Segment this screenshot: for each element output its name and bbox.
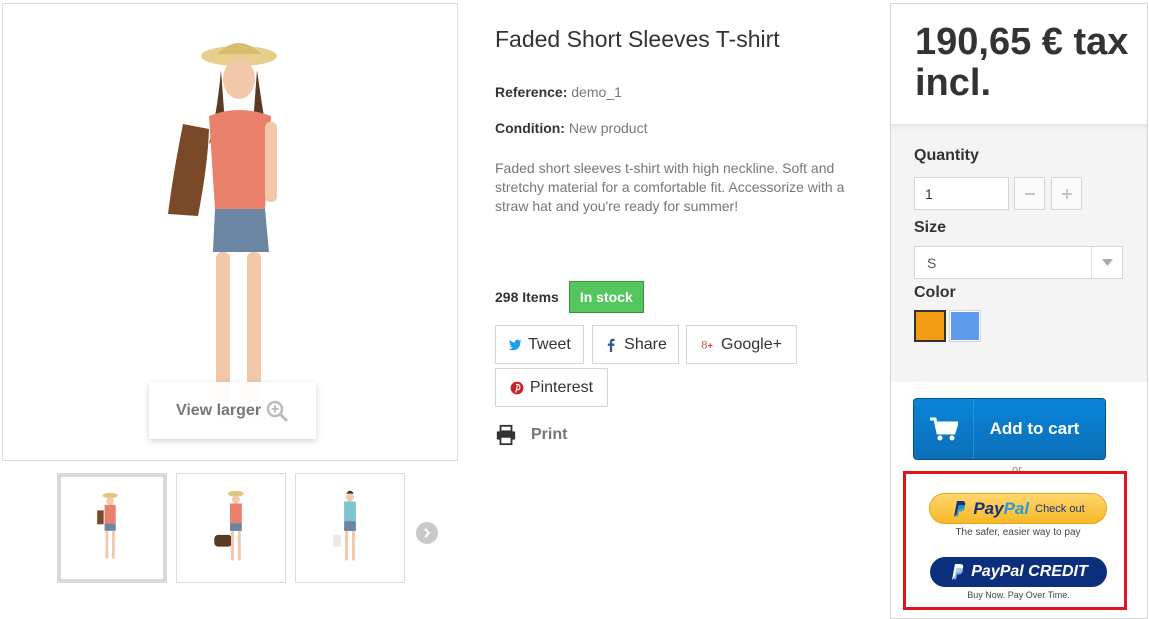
print-button[interactable]: Print <box>495 424 567 446</box>
color-swatch-orange[interactable] <box>914 310 946 342</box>
quantity-input[interactable] <box>914 177 1009 210</box>
reference-value: demo_1 <box>571 84 622 100</box>
google-plus-button[interactable]: 8 Google+ <box>686 325 797 364</box>
items-count: 298 Items <box>495 289 559 305</box>
stock-status-badge: In stock <box>568 281 644 313</box>
zoom-in-icon <box>266 400 288 421</box>
plus-icon <box>1061 188 1072 199</box>
quantity-decrease-button[interactable] <box>1014 177 1045 210</box>
paypal-logo-icon <box>954 500 966 517</box>
product-description: Faded short sleeves t-shirt with high ne… <box>495 160 845 214</box>
pinterest-icon <box>510 381 524 394</box>
cart-icon-wrapper <box>914 399 974 459</box>
quantity-label: Quantity <box>914 147 979 164</box>
paypal-checkout-tagline: The safer, easier way to pay <box>955 527 1081 538</box>
quantity-increase-button[interactable] <box>1051 177 1082 210</box>
pinterest-button[interactable]: Pinterest <box>495 368 608 407</box>
thumbnail-image <box>97 492 118 559</box>
add-to-cart-label: Add to cart <box>989 419 1080 438</box>
condition-value: New product <box>568 120 648 136</box>
color-label: Color <box>914 284 956 301</box>
cart-icon <box>929 417 958 441</box>
paypal-credit-label: PayPal CREDIT <box>971 563 1088 580</box>
paypal-pay: Pay <box>973 498 1004 518</box>
condition-label: Condition: <box>495 120 565 136</box>
minus-icon <box>1024 192 1035 195</box>
paypal-credit-tagline: Buy Now. Pay Over Time. <box>967 590 1070 600</box>
pinterest-label: Pinterest <box>529 378 594 396</box>
product-title: Faded Short Sleeves T-shirt <box>495 26 780 52</box>
tweet-label: Tweet <box>528 335 571 353</box>
printer-icon <box>496 424 516 446</box>
reference-label: Reference: <box>495 84 568 100</box>
paypal-wordmark: PayPal <box>973 499 1029 519</box>
size-label: Size <box>914 219 947 236</box>
thumbnail-3[interactable] <box>295 473 405 583</box>
share-label: Share <box>624 335 667 353</box>
thumbnail-1[interactable] <box>57 473 167 583</box>
thumbnail-2[interactable] <box>176 473 286 583</box>
size-dropdown-arrow <box>1091 247 1122 278</box>
paypal-logo-icon <box>952 564 964 580</box>
paypal-checkout-label: Check out <box>1035 502 1085 515</box>
google-plus-icon: 8 <box>701 339 713 351</box>
tweet-button[interactable]: Tweet <box>495 325 584 364</box>
stock-row: 298 Items In stock <box>495 281 644 313</box>
color-swatch-fill <box>916 312 944 340</box>
facebook-share-button[interactable]: Share <box>592 325 679 364</box>
main-product-image[interactable]: View larger <box>2 3 458 461</box>
color-swatch-blue[interactable] <box>949 310 981 342</box>
print-label: Print <box>531 426 568 443</box>
paypal-pal: Pal <box>1003 498 1030 518</box>
paypal-credit-button[interactable]: PayPal CREDIT <box>930 557 1107 587</box>
view-larger-button[interactable]: View larger <box>149 382 316 439</box>
paypal-checkout-button[interactable]: PayPal Check out <box>929 493 1107 524</box>
svg-text:8: 8 <box>701 339 708 351</box>
thumbnail-next-button[interactable] <box>416 522 438 544</box>
add-to-cart-button[interactable]: Add to cart <box>913 398 1106 460</box>
size-selected-value: S <box>927 254 937 271</box>
chevron-right-icon <box>424 528 431 538</box>
thumbnail-image <box>214 490 244 561</box>
twitter-icon <box>508 339 522 350</box>
product-price: 190,65 € tax incl. <box>915 21 1129 104</box>
color-swatch-fill <box>951 312 979 340</box>
view-larger-label: View larger <box>175 401 262 419</box>
thumbnail-image <box>333 490 356 561</box>
facebook-icon <box>607 338 615 352</box>
price-area: 190,65 € tax incl. <box>891 4 1147 124</box>
google-plus-label: Google+ <box>721 335 782 353</box>
product-condition: Condition: New product <box>495 120 647 136</box>
chevron-down-icon <box>1101 258 1113 266</box>
product-reference: Reference: demo_1 <box>495 84 622 100</box>
size-select[interactable]: S <box>914 246 1123 279</box>
